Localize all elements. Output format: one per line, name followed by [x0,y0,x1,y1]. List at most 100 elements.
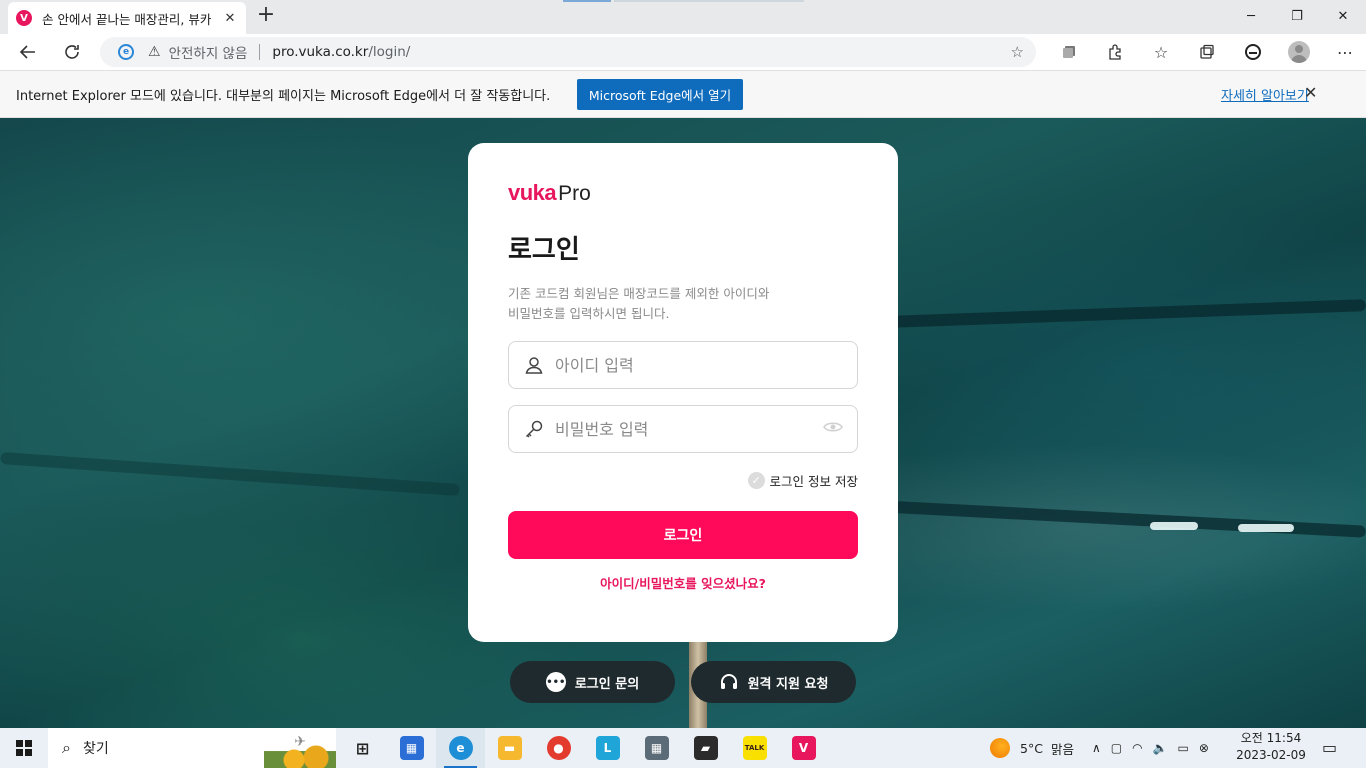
minimize-button[interactable]: ─ [1228,0,1274,32]
airplane-icon: ✈ [294,734,306,750]
wave-band [0,451,460,497]
remote-support-label: 원격 지원 요청 [747,676,829,692]
taskbar: ⌕ 찾기 ✈ ⊞ ▦ e ▬ ● L ▦ ▰ TALK V 5°C 맑음 ∧ ▢ ◠ 🔈 ▭ ⊗ … [0,728,1366,768]
sticky-notes-icon: ▰ [693,736,718,760]
weather-temp[interactable]: 5°C [1020,741,1043,756]
vuka-pro-logo: vuka Pro [508,180,591,206]
search-label: 찾기 [82,741,109,757]
edge-icon: e [448,736,473,760]
tab-actions-icon[interactable] [1184,36,1230,68]
taskbar-app-chrome[interactable]: ● [534,728,583,768]
ie-mode-message: Internet Explorer 모드에 있습니다. 대부분의 페이지는 Mi… [16,88,551,104]
search-icon: ⌕ [62,738,71,757]
learn-more-link[interactable]: 자세히 알아보기 [1221,85,1309,104]
taskbar-app-calculator[interactable]: ▦ [632,728,681,768]
address-bar[interactable]: e ⚠ 안전하지 않음 pro.vuka.co.kr/login/ ☆ [100,37,1036,67]
remote-support-button[interactable]: 원격 지원 요청 [691,661,856,703]
title-bar: V 손 안에서 끝나는 매장관리, 뷰카 ✕ + ─ ❐ ✕ [0,0,1366,34]
add-favorite-icon[interactable]: ☆ [1011,43,1024,61]
collections-icon[interactable] [1046,36,1092,68]
more-icon[interactable]: ⋯ [1322,36,1366,68]
taskbar-app-kakaotalk[interactable]: TALK [730,728,779,768]
chrome-icon: ● [546,736,571,760]
login-card: vuka Pro 로그인 기존 코드컴 회원님은 매장코드를 제외한 아이디와 … [468,143,898,642]
browser-toolbar: ☆ ⋯ [1046,34,1366,70]
favorites-icon[interactable]: ☆ [1138,36,1184,68]
open-in-edge-button[interactable]: Microsoft Edge에서 열기 [577,79,743,110]
meet-now-icon[interactable]: ▢ [1111,741,1122,755]
extensions-icon[interactable] [1092,36,1138,68]
taskbar-search[interactable]: ⌕ 찾기 ✈ [48,728,336,768]
description-line: 기존 코드컴 회원님은 매장코드를 제외한 아이디와 [508,286,770,301]
vuka-favicon-icon: V [16,10,32,26]
checkmark-icon: ✓ [747,472,765,489]
navigation-bar: e ⚠ 안전하지 않음 pro.vuka.co.kr/login/ ☆ ☆ ⋯ [0,34,1366,70]
window-controls: ─ ❐ ✕ [1228,0,1366,32]
login-inquiry-button[interactable]: ••• 로그인 문의 [510,661,675,703]
chevron-up-icon[interactable]: ∧ [1092,741,1101,755]
refresh-icon[interactable] [56,36,88,68]
description-line: 비밀번호를 입력하시면 됩니다. [508,306,670,321]
taskbar-app-microsoft-store[interactable]: ▦ [387,728,436,768]
weather-icon[interactable] [990,738,1010,758]
close-window-button[interactable]: ✕ [1320,0,1366,32]
edge-icon[interactable] [1230,36,1276,68]
tab-indicator [563,0,611,2]
security-status[interactable]: 안전하지 않음 [169,42,248,62]
weather-text[interactable]: 맑음 [1051,739,1074,758]
url-text[interactable]: pro.vuka.co.kr/login/ [272,44,1010,60]
login-button[interactable]: 로그인 [508,511,858,559]
tab-close-icon[interactable]: ✕ [222,11,238,26]
avatar [1288,41,1310,63]
id-input[interactable] [555,355,815,375]
taskbar-app-app-l[interactable]: L [583,728,632,768]
notification-icon[interactable]: ▭ [1322,738,1337,757]
url-host: pro.vuka.co.kr [272,44,369,60]
calculator-icon: ▦ [644,736,669,760]
wave-foam [1238,524,1294,532]
taskbar-app-vuka[interactable]: V [779,728,828,768]
battery-icon[interactable]: ▭ [1178,741,1189,755]
wave-band [859,299,1366,329]
logo-pro: Pro [558,182,591,205]
url-path: /login/ [368,44,411,60]
microsoft-store-icon: ▦ [399,736,424,760]
show-password-icon[interactable] [823,420,843,438]
password-input[interactable] [555,419,815,439]
new-tab-button[interactable]: + [254,4,278,28]
taskbar-app-task-view[interactable]: ⊞ [338,728,387,768]
profile-icon[interactable] [1276,36,1322,68]
start-button[interactable] [0,728,48,768]
volume-icon[interactable]: 🔈 [1153,741,1168,755]
taskbar-app-edge[interactable]: e [436,728,485,768]
headset-icon [719,672,739,692]
key-icon [523,418,545,440]
taskbar-app-sticky-notes[interactable]: ▰ [681,728,730,768]
back-icon[interactable] [12,36,44,68]
taskbar-app-file-explorer[interactable]: ▬ [485,728,534,768]
login-inquiry-label: 로그인 문의 [574,676,640,692]
chat-bubble-icon: ••• [545,672,566,692]
file-explorer-icon: ▬ [497,736,522,760]
tab-indicator-secondary [614,0,804,2]
browser-tab[interactable]: V 손 안에서 끝나는 매장관리, 뷰카 ✕ [8,2,246,34]
clock[interactable]: 오전 11:54 2023-02-09 [1236,730,1306,764]
id-field [508,341,858,389]
remember-login-checkbox[interactable]: ✓ 로그인 정보 저장 [747,471,858,490]
windows-logo-icon [16,740,32,756]
logo-vuka: vuka [508,180,557,205]
wave-band [880,500,1366,538]
ie-mode-icon[interactable]: e [118,44,134,60]
maximize-button[interactable]: ❐ [1274,0,1320,32]
login-description: 기존 코드컴 회원님은 매장코드를 제외한 아이디와 비밀번호를 입력하시면 됩… [508,284,868,324]
ie-bar-close-icon[interactable]: ✕ [1304,83,1317,102]
password-field [508,405,858,453]
wave-foam [1150,522,1198,530]
wifi-icon[interactable]: ◠ [1132,741,1142,755]
tab-title: 손 안에서 끝나는 매장관리, 뷰카 [42,11,212,27]
page-title: 로그인 [508,235,580,265]
task-view-icon: ⊞ [350,736,375,760]
forgot-credentials-link[interactable]: 아이디/비밀번호를 잊으셨나요? [468,573,898,592]
address-separator [259,44,261,60]
language-icon[interactable]: ⊗ [1199,741,1209,755]
